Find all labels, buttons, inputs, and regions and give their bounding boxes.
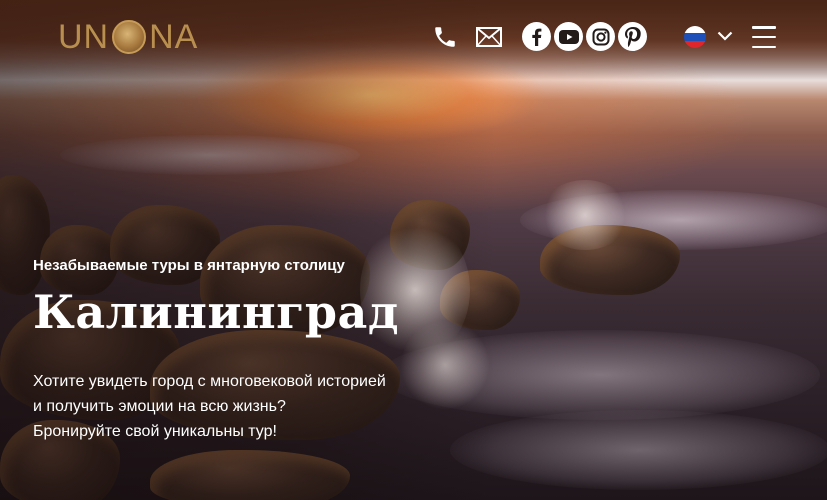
hero-title: Калининград (33, 285, 399, 339)
logo-text-left: UN (58, 18, 110, 56)
facebook-icon[interactable] (522, 22, 551, 51)
hamburger-menu-icon[interactable] (750, 26, 778, 48)
hero-description: Хотите увидеть город с многовековой исто… (33, 369, 453, 444)
instagram-icon[interactable] (586, 22, 615, 51)
hero-description-line: Бронируйте свой уникальны тур! (33, 423, 277, 440)
hero-subtitle: Незабываемые туры в янтарную столицу (33, 257, 345, 274)
logo-text-right: NA (149, 18, 199, 56)
hero-description-line: и получить эмоции на всю жизнь? (33, 398, 286, 415)
chevron-down-icon[interactable] (716, 27, 734, 45)
youtube-icon[interactable] (554, 22, 583, 51)
site-logo[interactable]: UN NA (58, 17, 198, 57)
hero-description-line: Хотите увидеть город с многовековой исто… (33, 373, 386, 390)
phone-icon[interactable] (430, 23, 460, 51)
mail-icon[interactable] (475, 26, 503, 48)
pinterest-icon[interactable] (618, 22, 647, 51)
logo-seal-icon (112, 20, 147, 54)
russia-flag-icon[interactable] (684, 26, 706, 48)
